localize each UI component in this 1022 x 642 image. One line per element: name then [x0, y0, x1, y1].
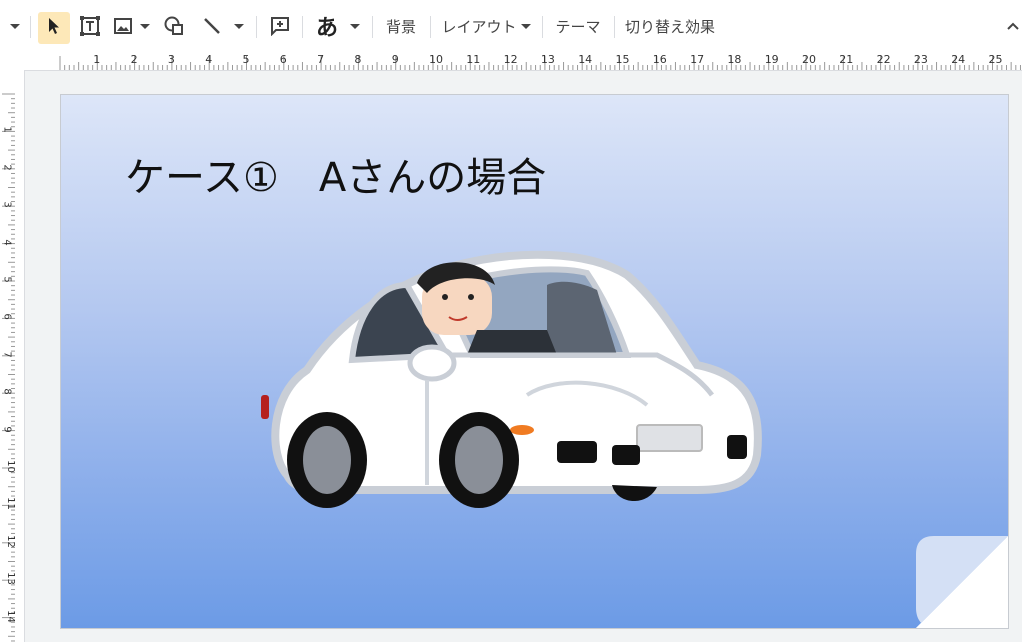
ruler-number: 11 [466, 53, 481, 66]
background-label: 背景 [385, 17, 416, 36]
shapes-icon[interactable] [160, 0, 188, 52]
slide-title[interactable]: ケース① Aさんの場合 [125, 145, 546, 203]
ruler-number: 14 [4, 609, 16, 623]
background-button[interactable]: 背景 [380, 0, 422, 52]
theme-button[interactable]: テーマ [550, 0, 606, 52]
comment-add-icon[interactable] [266, 0, 294, 52]
toolbar: あ 背景 レイアウト テーマ 切り替え効果 [0, 0, 1022, 53]
ruler-number: 3 [167, 53, 175, 66]
ruler-number: 17 [690, 53, 705, 66]
vertical-ruler[interactable]: 1 2 3 4 5 6 7 8 9 10 11 12 13 14 [0, 70, 25, 642]
ruler-number: 4 [205, 53, 213, 66]
toolbar-divider [542, 16, 543, 38]
ruler-number: 7 [1, 351, 13, 358]
toolbar-divider [614, 16, 615, 38]
theme-label: テーマ [555, 17, 601, 36]
input-tools-button[interactable]: あ [312, 0, 342, 52]
horizontal-ruler[interactable]: 1 2 3 4 5 6 7 8 9 10 11 12 13 14 15 16 17 18 19 20 21 22 23 24 2… [0, 52, 1022, 71]
ruler-number: 21 [839, 53, 854, 66]
ruler-number: 20 [802, 53, 816, 66]
japanese-input-label: あ [315, 16, 338, 41]
ruler-number: 18 [727, 53, 742, 66]
ruler-number: 16 [652, 53, 667, 66]
ruler-number: 6 [1, 313, 13, 321]
ruler-number: 7 [317, 53, 325, 66]
ruler-number: 15 [615, 53, 630, 66]
chevron-up-icon[interactable] [1004, 0, 1022, 52]
layout-label: レイアウト [441, 17, 517, 36]
ruler-number: 3 [1, 201, 13, 208]
ruler-number: 6 [279, 53, 287, 66]
page-curl-decoration [916, 536, 1008, 628]
car-driver-illustration[interactable] [257, 245, 777, 565]
chevron-down-icon[interactable] [6, 0, 24, 52]
ruler-number: 14 [578, 53, 593, 66]
ruler-number: 13 [4, 572, 16, 586]
toolbar-divider [372, 16, 373, 38]
ruler-number: 23 [913, 53, 928, 66]
transition-button[interactable]: 切り替え効果 [622, 0, 718, 52]
line-dropdown-chevron-down-icon[interactable] [232, 0, 246, 52]
text-box-icon[interactable] [76, 0, 104, 52]
ruler-number: 1 [93, 53, 101, 66]
ruler-number: 5 [242, 53, 250, 66]
ruler-number: 24 [951, 53, 966, 66]
layout-chevron-down-icon [520, 23, 531, 29]
ruler-number: 1 [1, 126, 13, 134]
ruler-number: 8 [354, 53, 362, 66]
toolbar-divider [30, 16, 31, 38]
ruler-number: 4 [1, 238, 13, 246]
ruler-number: 25 [988, 53, 1003, 66]
ruler-number: 8 [1, 388, 13, 395]
layout-button[interactable]: レイアウト [440, 0, 532, 52]
image-dropdown-chevron-down-icon[interactable] [138, 0, 152, 52]
select-cursor-icon[interactable] [38, 0, 70, 52]
ruler-number: 2 [130, 53, 138, 66]
toolbar-divider [256, 16, 257, 38]
toolbar-divider [302, 16, 303, 38]
line-icon[interactable] [198, 0, 226, 52]
ruler-number: 22 [876, 53, 891, 66]
ruler-number: 12 [503, 53, 518, 66]
transition-label: 切り替え効果 [624, 17, 715, 36]
ruler-number: 9 [391, 53, 399, 66]
toolbar-divider [430, 16, 431, 38]
image-icon[interactable] [110, 0, 136, 52]
slide-canvas[interactable]: ケース① Aさんの場合 [60, 94, 1009, 629]
ruler-number: 2 [1, 164, 13, 171]
ruler-number: 10 [4, 460, 16, 473]
ruler-number: 10 [429, 53, 443, 66]
ruler-number: 12 [4, 534, 16, 548]
ruler-number: 5 [1, 276, 13, 283]
input-tools-chevron-down-icon[interactable] [348, 0, 362, 52]
ruler-number: 11 [4, 497, 16, 511]
ruler-number: 13 [540, 53, 555, 66]
ruler-number: 9 [1, 425, 13, 433]
ruler-number: 19 [764, 53, 779, 66]
